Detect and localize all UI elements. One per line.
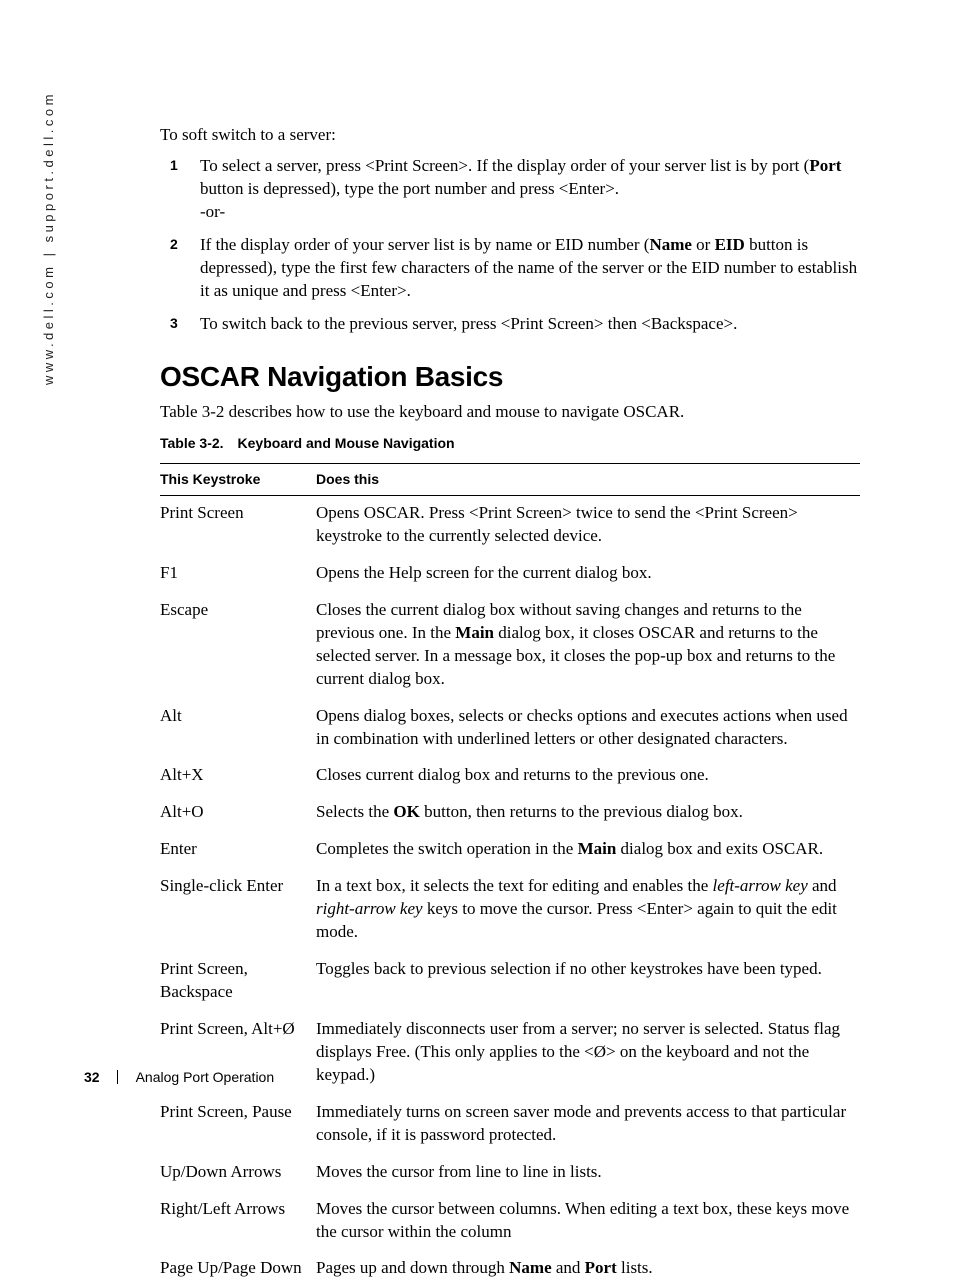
cell-description: Opens the Help screen for the current di… [316,556,860,593]
table-row: F1Opens the Help screen for the current … [160,556,860,593]
table-row: AltOpens dialog boxes, selects or checks… [160,699,860,759]
cell-keystroke: Print Screen, Backspace [160,952,316,1012]
cell-keystroke: Alt [160,699,316,759]
step-text: To switch back to the previous server, p… [200,314,737,333]
navigation-table: This Keystroke Does this Print ScreenOpe… [160,463,860,1288]
step-number: 2 [170,235,178,254]
table-row: Alt+XCloses current dialog box and retur… [160,758,860,795]
cell-keystroke: Page Up/Page Down [160,1251,316,1288]
list-item: 1 To select a server, press <Print Screen… [160,155,860,224]
cell-description: Immediately disconnects user from a serv… [316,1012,860,1095]
footer-separator [117,1070,118,1084]
table-header-description: Does this [316,464,860,496]
step-text: To select a server, press <Print Screen>… [200,156,841,221]
table-header-keystroke: This Keystroke [160,464,316,496]
cell-description: Immediately turns on screen saver mode a… [316,1095,860,1155]
list-item: 2 If the display order of your server lis… [160,234,860,303]
cell-keystroke: Alt+X [160,758,316,795]
sidebar-url: www.dell.com | support.dell.com [40,91,58,385]
cell-description: Toggles back to previous selection if no… [316,952,860,1012]
section-heading: OSCAR Navigation Basics [160,358,860,396]
table-row: Print Screen, PauseImmediately turns on … [160,1095,860,1155]
cell-keystroke: Enter [160,832,316,869]
table-body: Print ScreenOpens OSCAR. Press <Print Sc… [160,496,860,1288]
table-row: Alt+OSelects the OK button, then returns… [160,795,860,832]
cell-description: Closes the current dialog box without sa… [316,593,860,699]
cell-keystroke: Print Screen [160,496,316,556]
cell-description: Pages up and down through Name and Port … [316,1251,860,1288]
cell-keystroke: Right/Left Arrows [160,1192,316,1252]
cell-description: Opens dialog boxes, selects or checks op… [316,699,860,759]
cell-description: Closes current dialog box and returns to… [316,758,860,795]
table-caption: Table 3-2. Keyboard and Mouse Navigation [160,434,860,453]
page-footer: 32 Analog Port Operation [84,1068,274,1087]
cell-description: In a text box, it selects the text for e… [316,869,860,952]
table-row: Print ScreenOpens OSCAR. Press <Print Sc… [160,496,860,556]
cell-keystroke: Up/Down Arrows [160,1155,316,1192]
cell-description: Moves the cursor between columns. When e… [316,1192,860,1252]
step-number: 1 [170,156,178,175]
table-row: Print Screen, BackspaceToggles back to p… [160,952,860,1012]
cell-description: Completes the switch operation in the Ma… [316,832,860,869]
cell-description: Selects the OK button, then returns to t… [316,795,860,832]
page-body: To soft switch to a server: 1 To select a… [160,124,860,1288]
table-intro: Table 3-2 describes how to use the keybo… [160,401,860,424]
step-number: 3 [170,314,178,333]
cell-keystroke: Alt+O [160,795,316,832]
table-row: Right/Left ArrowsMoves the cursor betwee… [160,1192,860,1252]
table-row: Page Up/Page DownPages up and down throu… [160,1251,860,1288]
cell-description: Moves the cursor from line to line in li… [316,1155,860,1192]
table-row: Single-click EnterIn a text box, it sele… [160,869,860,952]
cell-keystroke: F1 [160,556,316,593]
list-item: 3 To switch back to the previous server, … [160,313,860,336]
cell-keystroke: Single-click Enter [160,869,316,952]
table-row: EnterCompletes the switch operation in t… [160,832,860,869]
step-text: If the display order of your server list… [200,235,857,300]
cell-keystroke: Escape [160,593,316,699]
cell-keystroke: Print Screen, Pause [160,1095,316,1155]
page-number: 32 [84,1069,100,1085]
steps-list: 1 To select a server, press <Print Screen… [160,155,860,336]
table-row: EscapeCloses the current dialog box with… [160,593,860,699]
table-row: Up/Down ArrowsMoves the cursor from line… [160,1155,860,1192]
footer-chapter-title: Analog Port Operation [136,1069,275,1085]
intro-text: To soft switch to a server: [160,124,860,147]
table-header-row: This Keystroke Does this [160,464,860,496]
cell-description: Opens OSCAR. Press <Print Screen> twice … [316,496,860,556]
